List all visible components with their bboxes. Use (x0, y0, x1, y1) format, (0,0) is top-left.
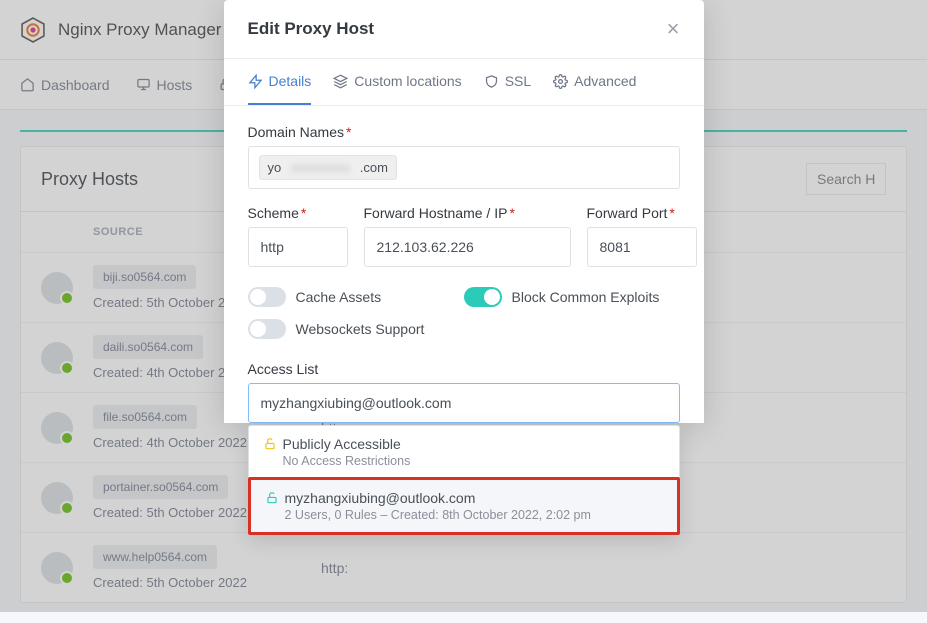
access-list-dropdown: Publicly Accessible No Access Restrictio… (248, 425, 680, 535)
hostname-label: Forward Hostname / IP* (364, 205, 571, 221)
tab-label: Details (269, 73, 312, 89)
tab-advanced[interactable]: Advanced (553, 59, 636, 105)
tab-details[interactable]: Details (248, 59, 312, 105)
tab-label: Custom locations (354, 73, 461, 89)
access-list-select[interactable] (248, 383, 680, 423)
scheme-select[interactable] (248, 227, 348, 267)
port-label: Forward Port* (587, 205, 697, 221)
edit-proxy-host-modal: Edit Proxy Host × Details Custom locatio… (224, 0, 704, 423)
close-icon: × (667, 16, 680, 41)
domain-names-label: Domain Names* (248, 124, 680, 140)
tab-ssl[interactable]: SSL (484, 59, 531, 105)
tab-custom-locations[interactable]: Custom locations (333, 59, 461, 105)
access-list-option-user[interactable]: myzhangxiubing@outlook.com 2 Users, 0 Ru… (248, 477, 680, 535)
tab-label: Advanced (574, 73, 636, 89)
websockets-toggle[interactable] (248, 319, 286, 339)
cache-assets-toggle[interactable] (248, 287, 286, 307)
hostname-input[interactable] (364, 227, 571, 267)
modal-title: Edit Proxy Host (248, 19, 375, 39)
cache-assets-label: Cache Assets (296, 289, 382, 305)
modal-tabs: Details Custom locations SSL Advanced (224, 59, 704, 106)
block-exploits-toggle[interactable] (464, 287, 502, 307)
gear-icon (553, 74, 568, 89)
access-list-option-public[interactable]: Publicly Accessible No Access Restrictio… (249, 426, 679, 478)
scheme-label: Scheme* (248, 205, 348, 221)
shield-icon (484, 74, 499, 89)
block-exploits-label: Block Common Exploits (512, 289, 660, 305)
layers-icon (333, 74, 348, 89)
access-list-label: Access List (248, 361, 680, 377)
port-input[interactable] (587, 227, 697, 267)
websockets-label: Websockets Support (296, 321, 425, 337)
domain-names-input[interactable]: yoxxxxxxxxx.com (248, 146, 680, 189)
close-button[interactable]: × (667, 18, 680, 40)
domain-chip[interactable]: yoxxxxxxxxx.com (259, 155, 397, 180)
zap-icon (248, 74, 263, 89)
tab-label: SSL (505, 73, 531, 89)
unlock-icon (265, 491, 279, 505)
unlock-icon (263, 437, 277, 451)
